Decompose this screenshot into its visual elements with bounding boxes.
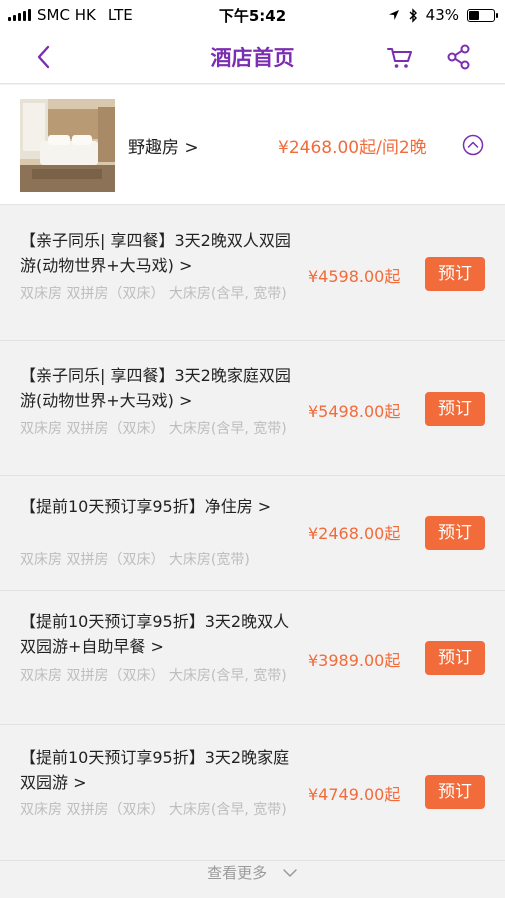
package-rooms: 双床房 双拼房（双床） 大床房(含早, 宽带) — [20, 802, 287, 818]
room-photo — [20, 99, 115, 192]
book-button[interactable]: 预订 — [425, 392, 485, 426]
battery-percent: 43% — [425, 6, 459, 24]
package-item[interactable]: 【提前10天预订享95折】3天2晚家庭双园游 > 双床房 双拼房（双床） 大床房… — [0, 725, 505, 861]
see-more-button[interactable]: 查看更多 — [0, 862, 505, 898]
book-button[interactable]: 预订 — [425, 641, 485, 675]
status-bar: SMC HK LTE 下午5:42 43% — [0, 0, 505, 30]
package-price: ¥5498.00起 — [308, 402, 401, 421]
book-button[interactable]: 预订 — [425, 257, 485, 291]
book-button[interactable]: 预订 — [425, 775, 485, 809]
share-icon[interactable] — [444, 42, 474, 72]
location-icon — [388, 10, 399, 20]
room-price: ¥2468.00起/间2晚 — [278, 138, 427, 158]
room-header[interactable]: 野趣房 > ¥2468.00起/间2晚 — [0, 85, 505, 205]
package-title[interactable]: 【提前10天预订享95折】净住房 > — [20, 494, 300, 519]
page-title: 酒店首页 — [210, 46, 295, 70]
package-price: ¥2468.00起 — [308, 524, 401, 543]
status-right: 43% — [388, 6, 498, 24]
package-rooms: 双床房 双拼房（双床） 大床房(含早, 宽带) — [20, 668, 287, 684]
package-title[interactable]: 【亲子同乐| 享四餐】3天2晚双人双园游(动物世界+大马戏) > — [20, 228, 300, 278]
cart-icon[interactable] — [385, 42, 415, 72]
bluetooth-icon — [409, 7, 417, 23]
package-title[interactable]: 【提前10天预订享95折】3天2晚双人双园游+自助早餐 > — [20, 609, 300, 659]
package-item[interactable]: 【提前10天预订享95折】净住房 > 双床房 双拼房（双床） 大床房(宽带) ¥… — [0, 476, 505, 591]
battery-fill — [469, 10, 480, 20]
package-title[interactable]: 【亲子同乐| 享四餐】3天2晚家庭双园游(动物世界+大马戏) > — [20, 363, 300, 413]
package-price: ¥3989.00起 — [308, 651, 401, 670]
see-more-label: 查看更多 — [207, 864, 268, 882]
package-item[interactable]: 【亲子同乐| 享四餐】3天2晚家庭双园游(动物世界+大马戏) > 双床房 双拼房… — [0, 341, 505, 476]
battery-icon — [467, 8, 498, 22]
nav-bar: 酒店首页 — [0, 30, 505, 84]
package-price: ¥4749.00起 — [308, 785, 401, 804]
package-rooms: 双床房 双拼房（双床） 大床房(含早, 宽带) — [20, 421, 287, 437]
package-rooms: 双床房 双拼房（双床） 大床房(宽带) — [20, 552, 250, 568]
chevron-down-icon — [283, 868, 297, 877]
package-rooms: 双床房 双拼房（双床） 大床房(含早, 宽带) — [20, 286, 287, 302]
package-item[interactable]: 【亲子同乐| 享四餐】3天2晚双人双园游(动物世界+大马戏) > 双床房 双拼房… — [0, 206, 505, 341]
package-item[interactable]: 【提前10天预订享95折】3天2晚双人双园游+自助早餐 > 双床房 双拼房（双床… — [0, 591, 505, 725]
package-price: ¥4598.00起 — [308, 267, 401, 286]
book-button[interactable]: 预订 — [425, 516, 485, 550]
room-name[interactable]: 野趣房 > — [128, 133, 199, 158]
package-title[interactable]: 【提前10天预订享95折】3天2晚家庭双园游 > — [20, 745, 300, 795]
chevron-up-circle-icon[interactable] — [462, 134, 484, 156]
